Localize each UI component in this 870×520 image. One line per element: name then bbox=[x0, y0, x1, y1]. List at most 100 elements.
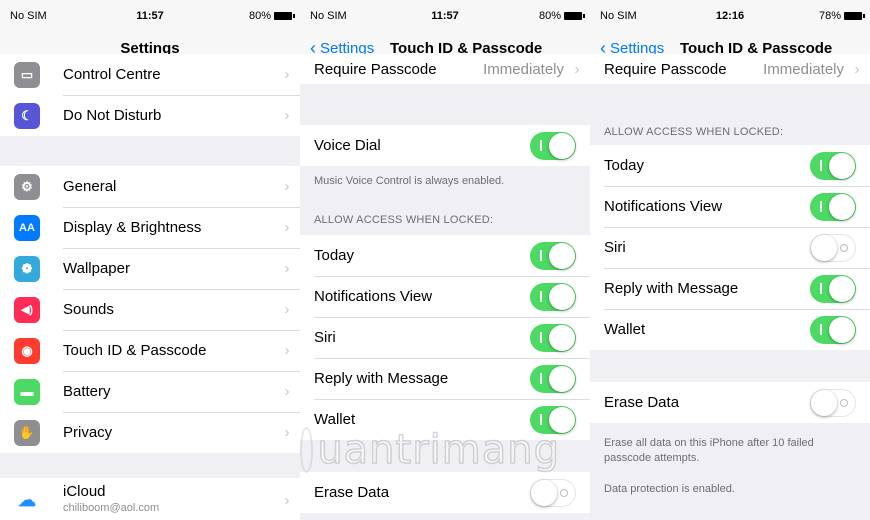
require-passcode-value: Immediately bbox=[483, 60, 564, 78]
control-centre-icon: ▭ bbox=[14, 61, 40, 88]
locked-item-wallet: Wallet bbox=[300, 399, 590, 440]
locked-item-label: Reply with Message bbox=[314, 370, 449, 387]
battery-percent: 80% bbox=[538, 10, 561, 22]
chevron-right-icon: › bbox=[284, 219, 290, 236]
chevron-right-icon: › bbox=[284, 301, 290, 318]
locked-item-notifications-view: Notifications View bbox=[590, 186, 870, 227]
battery-icon: ▬ bbox=[14, 378, 40, 405]
gear-icon: ⚙ bbox=[14, 173, 40, 200]
moon-icon: ☾ bbox=[14, 102, 40, 129]
locked-item-label: Today bbox=[314, 247, 355, 264]
settings-item-control-centre[interactable]: ▭ Control Centre › bbox=[0, 54, 300, 95]
reply-with-message-toggle[interactable] bbox=[810, 274, 856, 303]
status-bar: No SIM 11:57 80% bbox=[0, 0, 300, 32]
voice-dial-toggle[interactable] bbox=[530, 131, 576, 160]
settings-item-do-not-disturb[interactable]: ☾ Do Not Disturb › bbox=[0, 95, 300, 136]
erase-data-toggle[interactable] bbox=[530, 478, 576, 507]
require-passcode-row[interactable]: Require Passcode Immediately › bbox=[590, 54, 870, 84]
locked-access-group: Today Notifications View Siri Reply with… bbox=[300, 235, 590, 440]
locked-item-label: Wallet bbox=[604, 321, 646, 338]
display-icon: AA bbox=[14, 214, 40, 241]
settings-item-icloud[interactable]: ☁ iCloud chiliboom@aol.com › bbox=[0, 478, 300, 520]
status-bar: No SIM 12:16 78% bbox=[590, 0, 870, 32]
settings-item-label: Privacy bbox=[63, 424, 113, 441]
chevron-right-icon: › bbox=[284, 260, 290, 277]
passcode-group: Require Passcode Immediately › bbox=[300, 54, 590, 84]
erase-data-label: Erase Data bbox=[604, 394, 680, 411]
wallet-toggle[interactable] bbox=[530, 405, 576, 434]
locked-item-label: Today bbox=[604, 157, 645, 174]
settings-item-label: Sounds bbox=[63, 301, 114, 318]
locked-item-siri: Siri bbox=[590, 227, 870, 268]
chevron-right-icon: › bbox=[284, 178, 290, 195]
chevron-right-icon: › bbox=[284, 66, 290, 83]
locked-item-reply-with-message: Reply with Message bbox=[590, 268, 870, 309]
settings-screen: No SIM 11:57 80% Settings ▭ Control Cent… bbox=[0, 0, 300, 520]
notifications-view-toggle[interactable] bbox=[530, 282, 576, 311]
icloud-account-email: chiliboom@aol.com bbox=[63, 502, 160, 514]
battery-status: 80% bbox=[538, 10, 585, 22]
chevron-right-icon: › bbox=[284, 424, 290, 441]
chevron-right-icon: › bbox=[854, 60, 860, 78]
today-toggle[interactable] bbox=[810, 151, 856, 180]
locked-item-label: Notifications View bbox=[604, 198, 723, 215]
settings-group-3: ☁ iCloud chiliboom@aol.com › bbox=[0, 478, 300, 520]
locked-item-label: Wallet bbox=[314, 411, 356, 428]
erase-data-footer: Erase all data on this iPhone after 10 f… bbox=[604, 437, 814, 464]
locked-item-label: Siri bbox=[314, 329, 336, 346]
locked-item-label: Reply with Message bbox=[604, 280, 739, 297]
locked-item-today: Today bbox=[590, 145, 870, 186]
settings-item-display-brightness[interactable]: AA Display & Brightness › bbox=[0, 207, 300, 248]
settings-item-label: Display & Brightness bbox=[63, 219, 202, 236]
settings-item-label: Control Centre bbox=[63, 66, 161, 83]
locked-item-label: Siri bbox=[604, 239, 626, 256]
data-protection-footer: Data protection is enabled. bbox=[604, 483, 735, 495]
chevron-right-icon: › bbox=[284, 107, 290, 124]
settings-item-label: Do Not Disturb bbox=[63, 107, 162, 124]
cloud-icon: ☁ bbox=[14, 487, 40, 513]
touch-id-screen-after: No SIM 12:16 78% ‹ Settings Touch ID & P… bbox=[590, 0, 870, 520]
voice-dial-group: Voice Dial bbox=[300, 125, 590, 166]
require-passcode-row[interactable]: Require Passcode Immediately › bbox=[300, 54, 590, 84]
settings-group-1: ▭ Control Centre › ☾ Do Not Disturb › bbox=[0, 54, 300, 136]
speaker-icon: ◀) bbox=[14, 296, 40, 323]
battery-level-icon bbox=[274, 12, 295, 20]
notifications-view-toggle[interactable] bbox=[810, 192, 856, 221]
touch-id-screen-before: No SIM 11:57 80% ‹ Settings Touch ID & P… bbox=[300, 0, 590, 520]
settings-item-battery[interactable]: ▬ Battery › bbox=[0, 371, 300, 412]
require-passcode-label: Require Passcode bbox=[604, 60, 727, 78]
battery-status: 80% bbox=[249, 10, 295, 22]
locked-item-label: Notifications View bbox=[314, 288, 433, 305]
wallpaper-icon: ❁ bbox=[14, 255, 40, 282]
hand-icon: ✋ bbox=[14, 419, 40, 446]
erase-data-row: Erase Data bbox=[590, 382, 870, 423]
settings-item-wallpaper[interactable]: ❁ Wallpaper › bbox=[0, 248, 300, 289]
voice-dial-row: Voice Dial bbox=[300, 125, 590, 166]
erase-data-toggle[interactable] bbox=[810, 388, 856, 417]
locked-item-reply-with-message: Reply with Message bbox=[300, 358, 590, 399]
siri-toggle[interactable] bbox=[530, 323, 576, 352]
settings-item-label: Touch ID & Passcode bbox=[63, 342, 207, 359]
battery-level-icon bbox=[844, 12, 865, 20]
battery-level-icon bbox=[564, 12, 585, 20]
erase-data-row: Erase Data bbox=[300, 472, 590, 513]
wallet-toggle[interactable] bbox=[810, 315, 856, 344]
settings-item-label: Wallpaper bbox=[63, 260, 130, 277]
locked-item-wallet: Wallet bbox=[590, 309, 870, 350]
locked-item-siri: Siri bbox=[300, 317, 590, 358]
today-toggle[interactable] bbox=[530, 241, 576, 270]
settings-item-touch-id[interactable]: ◉ Touch ID & Passcode › bbox=[0, 330, 300, 371]
reply-with-message-toggle[interactable] bbox=[530, 364, 576, 393]
settings-item-label: Battery bbox=[63, 383, 111, 400]
settings-item-general[interactable]: ⚙ General › bbox=[0, 166, 300, 207]
erase-data-label: Erase Data bbox=[314, 484, 390, 501]
chevron-right-icon: › bbox=[284, 491, 290, 509]
locked-item-today: Today bbox=[300, 235, 590, 276]
require-passcode-label: Require Passcode bbox=[314, 60, 437, 78]
siri-toggle[interactable] bbox=[810, 233, 856, 262]
battery-status: 78% bbox=[818, 10, 865, 22]
settings-group-2: ⚙ General › AA Display & Brightness › ❁ … bbox=[0, 166, 300, 453]
settings-item-sounds[interactable]: ◀) Sounds › bbox=[0, 289, 300, 330]
settings-item-privacy[interactable]: ✋ Privacy › bbox=[0, 412, 300, 453]
battery-percent: 78% bbox=[818, 10, 841, 22]
